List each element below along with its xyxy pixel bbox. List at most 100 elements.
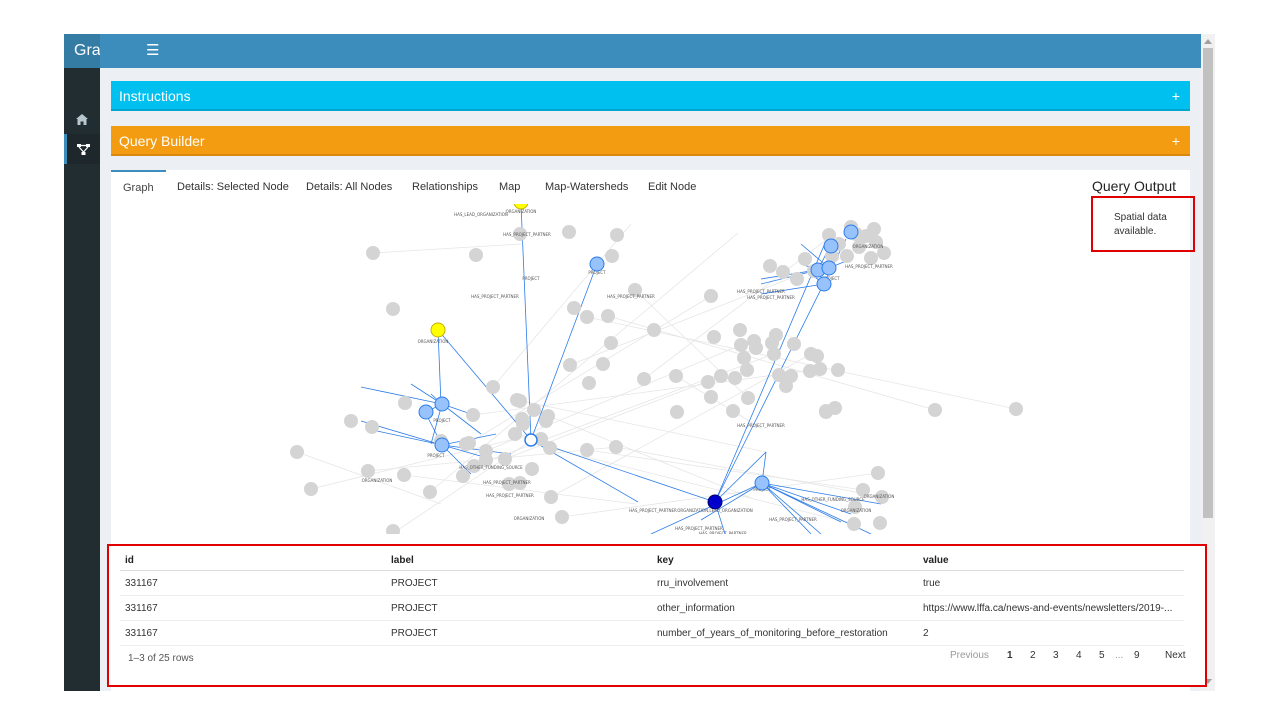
graph-node-faded: [701, 375, 715, 389]
tab-map-watersheds[interactable]: Map-Watersheds: [533, 170, 640, 204]
graph-node-project: [589, 256, 605, 272]
graph-node-faded: [726, 404, 740, 418]
column-header-key[interactable]: key: [657, 550, 917, 571]
next-page-button[interactable]: Next: [1165, 646, 1186, 666]
graph-edge-label: HAS_PROJECT_PARTNER: [737, 289, 785, 294]
graph-node-faded: [486, 380, 500, 394]
tab-map[interactable]: Map: [487, 170, 532, 204]
graph-node-faded: [798, 252, 812, 266]
graph-node-selected: [707, 494, 723, 510]
app-brand: Gra: [64, 34, 100, 68]
graph-edge-label: HAS_PROJECT_PARTNER: [629, 508, 677, 513]
top-navbar: ☰: [100, 34, 1201, 68]
page-button-3[interactable]: 3: [1053, 646, 1059, 666]
cell-id: 331167: [125, 603, 158, 614]
sidebar-toggle-icon[interactable]: ☰: [146, 42, 164, 60]
cell-label: PROJECT: [391, 603, 438, 614]
cell-label: PROJECT: [391, 578, 438, 589]
graph-node-faded: [610, 228, 624, 242]
graph-icon: [77, 143, 90, 155]
scroll-up-arrow-icon[interactable]: [1204, 39, 1212, 44]
graph-node-faded: [819, 404, 833, 418]
column-header-value[interactable]: value: [923, 550, 1178, 571]
graph-node-faded: [596, 357, 610, 371]
graph-edge-label: HAS_PROJECT_PARTNER: [737, 423, 785, 428]
graph-edge-label: HAS_PROJECT_PARTNER: [471, 294, 519, 299]
graph-node-faded: [737, 351, 751, 365]
sidebar-item-home[interactable]: [64, 104, 100, 134]
graph-node-label: ORGANIZATION: [853, 244, 884, 249]
graph-node-faded: [304, 482, 318, 496]
column-header-label[interactable]: label: [391, 550, 651, 571]
tab-graph[interactable]: Graph: [111, 170, 166, 204]
page-button-9[interactable]: 9: [1134, 646, 1140, 666]
sidebar: [64, 68, 100, 691]
spatial-notice-line: Spatial data: [1114, 212, 1167, 223]
graph-node-faded: [601, 309, 615, 323]
sidebar-item-graph[interactable]: [64, 134, 100, 164]
previous-page-button[interactable]: Previous: [950, 646, 989, 666]
graph-node-faded: [749, 341, 763, 355]
tab-details-selected-node[interactable]: Details: Selected Node: [165, 170, 301, 204]
graph-node-project: [434, 396, 450, 412]
expand-icon[interactable]: +: [1172, 81, 1180, 111]
expand-icon[interactable]: +: [1172, 126, 1180, 156]
tab-details-all-nodes[interactable]: Details: All Nodes: [294, 170, 404, 204]
graph-node-faded: [873, 516, 887, 530]
cell-key: rru_involvement: [657, 578, 729, 589]
graph-node-faded: [365, 420, 379, 434]
instructions-box-header[interactable]: Instructions +: [111, 81, 1190, 111]
instructions-title: Instructions: [119, 88, 191, 104]
graph-edge-label: HAS_OTHER_FUNDING_SOURCE: [459, 465, 523, 470]
graph-node-faded: [498, 452, 512, 466]
table-row[interactable]: 331167 PROJECT other_information https:/…: [120, 596, 1184, 621]
graph-node-faded: [555, 510, 569, 524]
table-row[interactable]: 331167 PROJECT rru_involvement true: [120, 571, 1184, 596]
graph-node-faded: [831, 363, 845, 377]
graph-node-faded: [810, 349, 824, 363]
pagination-ellipsis: ...: [1115, 650, 1124, 661]
graph-node-faded: [609, 440, 623, 454]
page-button-5[interactable]: 5: [1099, 646, 1105, 666]
graph-node-faded: [527, 403, 541, 417]
page-button-4[interactable]: 4: [1076, 646, 1082, 666]
graph-node-faded: [580, 443, 594, 457]
page-button-2[interactable]: 2: [1030, 646, 1036, 666]
graph-node-faded: [563, 358, 577, 372]
graph-node-faded: [1009, 402, 1023, 416]
query-builder-box-header[interactable]: Query Builder +: [111, 126, 1190, 156]
table-header: id label key value: [120, 550, 1184, 571]
graph-node-faded: [366, 246, 380, 260]
graph-node-highlighted: [430, 322, 446, 338]
graph-node-faded: [344, 414, 358, 428]
cell-value: https://www.lffa.ca/news-and-events/news…: [923, 603, 1173, 614]
graph-node-faded: [763, 259, 777, 273]
cell-key: other_information: [657, 603, 735, 614]
graph-node-faded: [386, 302, 400, 316]
graph-node-faded: [772, 368, 786, 382]
graph-node-project: [418, 404, 434, 420]
graph-node-label: ORGANIZATION: [864, 494, 895, 499]
node-details-table-panel: id label key value 331167 PROJECT rru_in…: [107, 544, 1207, 687]
network-graph[interactable]: ORGANIZATION HAS_LEAD_ORGANIZATION HAS_PRO…: [111, 204, 1091, 534]
network-graph-canvas[interactable]: ORGANIZATIONHAS_LEAD_ORGANIZATIONHAS_PRO…: [111, 204, 1091, 534]
table-row[interactable]: 331167 PROJECT number_of_years_of_monito…: [120, 621, 1184, 646]
graph-edge-label: HAS_PROJECT_PARTNER: [607, 294, 655, 299]
graph-node-faded: [397, 468, 411, 482]
graph-node-faded: [803, 364, 817, 378]
graph-node-faded: [704, 390, 718, 404]
cell-key: number_of_years_of_monitoring_before_res…: [657, 628, 888, 639]
tab-relationships[interactable]: Relationships: [400, 170, 490, 204]
graph-node-faded: [704, 289, 718, 303]
column-header-id[interactable]: id: [125, 550, 385, 571]
graph-node-label: ORGANIZATION: [514, 516, 545, 521]
scrollbar-thumb[interactable]: [1203, 48, 1213, 518]
graph-node-faded: [604, 336, 618, 350]
graph-node-project: [754, 475, 770, 491]
tab-edit-node[interactable]: Edit Node: [636, 170, 708, 204]
graph-node-faded: [767, 347, 781, 361]
page-button-1[interactable]: 1: [1007, 646, 1013, 666]
graph-node-faded: [513, 394, 527, 408]
graph-node-faded: [567, 301, 581, 315]
graph-node-project: [823, 238, 839, 254]
